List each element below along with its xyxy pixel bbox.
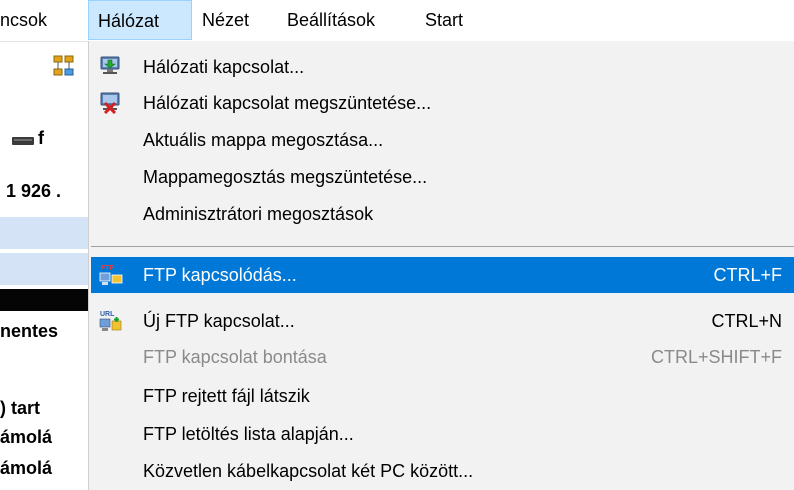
drive-icon	[12, 137, 34, 145]
menu-shortcut: CTRL+N	[711, 311, 782, 331]
menu-label: Mappamegosztás megszüntetése...	[143, 167, 428, 187]
menu-item-network[interactable]: Hálózat	[88, 0, 192, 40]
menu-label: Adminisztrátori megosztások	[143, 204, 374, 224]
menu-new-ftp-connection[interactable]: URL Új FTP kapcsolat... CTRL+N	[91, 303, 794, 339]
menu-label: FTP letöltés lista alapján...	[143, 424, 354, 444]
list-item-text: ámolá	[0, 427, 53, 447]
svg-text:FTP: FTP	[101, 265, 115, 272]
list-item-text: ámolá	[0, 458, 53, 478]
free-space-row: 1 926 .	[0, 178, 88, 208]
menu-label: FTP rejtett fájl látszik	[143, 386, 310, 406]
free-space-text: 1 926 .	[6, 181, 62, 201]
menu-network-disconnect[interactable]: Hálózati kapcsolat megszüntetése...	[91, 85, 794, 121]
network-disconnect-icon	[100, 92, 120, 114]
menu-separator	[91, 246, 794, 247]
menu-item-commands[interactable]: ncsok	[0, 0, 56, 40]
list-item[interactable]: nentes	[0, 318, 88, 346]
menu-item-start[interactable]: Start	[416, 0, 472, 40]
new-ftp-url-icon: URL	[99, 311, 122, 331]
menu-ftp-disconnect: FTP kapcsolat bontása CTRL+SHIFT+F	[91, 339, 794, 375]
menu-label: FTP kapcsolódás...	[143, 265, 297, 285]
ftp-connect-icon: FTP	[99, 265, 123, 285]
menu-item-settings[interactable]: Beállítások	[278, 0, 384, 40]
list-item[interactable]: ámolá	[0, 455, 88, 483]
menu-direct-cable-connection[interactable]: Közvetlen kábelkapcsolat két PC között..…	[91, 453, 794, 489]
menu-ftp-show-hidden[interactable]: FTP rejtett fájl látszik	[91, 378, 794, 414]
menu-admin-shares[interactable]: Adminisztrátori megosztások	[91, 196, 794, 232]
menu-ftp-connect[interactable]: FTP FTP kapcsolódás... CTRL+F	[91, 257, 794, 293]
tree-view-icon[interactable]	[53, 55, 75, 77]
menu-ftp-download-list[interactable]: FTP letöltés lista alapján...	[91, 416, 794, 452]
menu-label: FTP kapcsolat bontása	[143, 347, 327, 367]
svg-text:URL: URL	[100, 311, 115, 318]
menu-share-current-folder[interactable]: Aktuális mappa megosztása...	[91, 122, 794, 158]
drive-row[interactable]: f	[0, 125, 88, 155]
menu-label: Hálózati kapcsolat...	[143, 57, 305, 77]
menu-label: Közvetlen kábelkapcsolat két PC között..…	[143, 461, 474, 481]
dark-status-bar	[0, 289, 88, 311]
menu-bar: ncsok Hálózat Nézet Beállítások Start	[0, 0, 794, 42]
menu-network-connect[interactable]: Hálózati kapcsolat...	[91, 49, 794, 85]
menu-shortcut: CTRL+F	[713, 265, 782, 285]
drive-letter: f	[38, 128, 44, 148]
network-connect-icon	[100, 56, 120, 74]
background-window: f 1 926 . nentes ) tart ámolá ámolá	[0, 41, 88, 490]
network-dropdown-menu: Hálózati kapcsolat... Hálózati kapcsolat…	[88, 41, 794, 490]
menu-label: Aktuális mappa megosztása...	[143, 130, 384, 150]
menu-unshare-folder[interactable]: Mappamegosztás megszüntetése...	[91, 159, 794, 195]
list-item-text: ) tart	[0, 398, 40, 418]
toolbar-row	[0, 49, 88, 83]
menu-shortcut: CTRL+SHIFT+F	[650, 347, 782, 367]
list-item[interactable]: ) tart	[0, 395, 88, 423]
list-item[interactable]: ámolá	[0, 424, 88, 452]
menu-item-view[interactable]: Nézet	[193, 0, 258, 40]
menu-label: Hálózati kapcsolat megszüntetése...	[143, 93, 432, 113]
list-item-text: nentes	[0, 321, 59, 341]
panel-header-band-2	[0, 253, 88, 285]
panel-header-band	[0, 217, 88, 249]
menu-label: Új FTP kapcsolat...	[143, 311, 295, 331]
